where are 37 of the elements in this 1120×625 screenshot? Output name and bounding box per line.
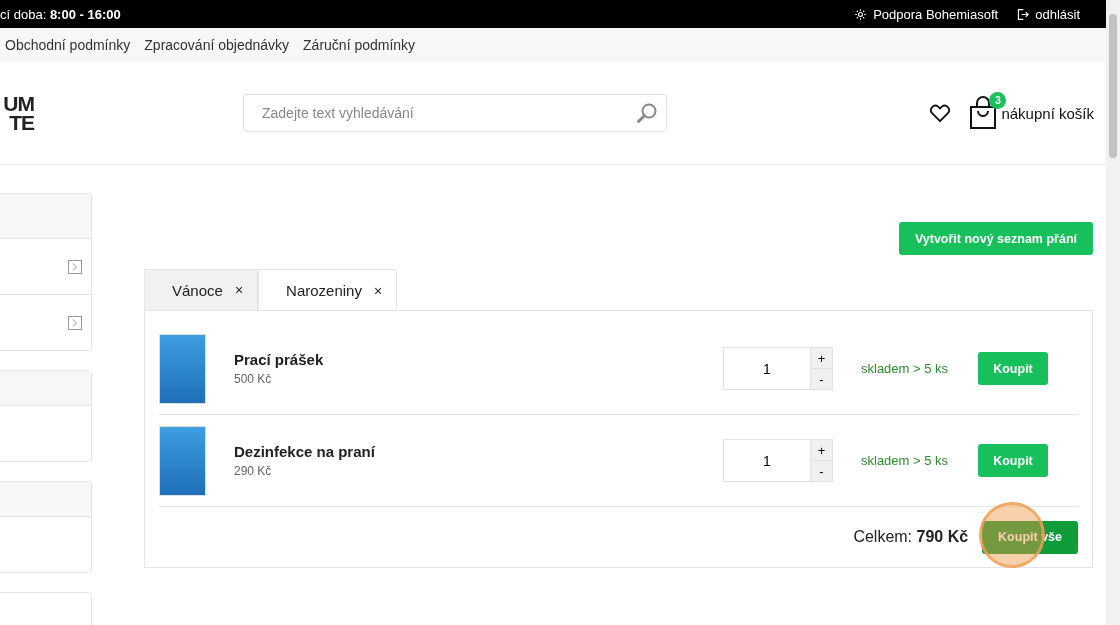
product-photo-placeholder [159, 425, 206, 496]
close-tab-button[interactable]: × [373, 282, 383, 299]
product-name[interactable]: Dezinfekce na praní [234, 443, 723, 460]
increase-button[interactable]: + [810, 440, 832, 460]
chevron-right-icon[interactable] [68, 259, 82, 274]
stock-status: skladem > 5 ks [861, 453, 950, 468]
close-tab-button[interactable]: × [234, 282, 244, 298]
opening-hours: cí doba: 8:00 - 16:00 [0, 6, 121, 22]
gear-icon [854, 7, 868, 21]
stock-status: skladem > 5 ks [861, 361, 950, 376]
increase-button[interactable]: + [810, 348, 832, 368]
top-bar-link[interactable]: Podpora Bohemiasoft [854, 6, 999, 22]
logo[interactable]: UM TE [0, 94, 34, 132]
tab-label[interactable]: Narozeniny [286, 282, 362, 299]
nav-link[interactable]: Obchodní podmínky [5, 37, 131, 53]
total-price: Celkem: 790 Kč [853, 528, 969, 546]
cart-count-badge: 3 [989, 92, 1007, 109]
nav-link[interactable]: Zpracování objednávky [144, 37, 290, 53]
product-photo-placeholder [159, 333, 206, 404]
search-field[interactable]: Zadejte text vyhledávání [243, 94, 667, 132]
scrollbar[interactable] [1106, 0, 1120, 625]
search-icon[interactable] [636, 102, 658, 124]
quantity-field[interactable]: 1 + - [723, 347, 833, 390]
top-bar-link[interactable]: odhlásit [1016, 6, 1080, 22]
tab-label[interactable]: Vánoce [172, 281, 223, 299]
product-name[interactable]: Prací prášek [234, 351, 723, 368]
quantity-field[interactable]: 1 + - [723, 439, 833, 482]
nav-link[interactable]: Záruční podmínky [303, 37, 416, 53]
decrease-button[interactable]: - [810, 368, 832, 389]
product-price: 500 Kč [234, 372, 273, 386]
wishlist-tab[interactable]: Vánoce × [144, 269, 259, 310]
product-price: 290 Kč [234, 464, 273, 478]
logout-icon [1016, 7, 1030, 21]
wishlist-tab[interactable]: Narozeniny × [258, 269, 398, 311]
decrease-button[interactable]: - [810, 460, 832, 481]
heart-icon[interactable] [929, 103, 952, 123]
chevron-right-icon[interactable] [68, 315, 82, 330]
